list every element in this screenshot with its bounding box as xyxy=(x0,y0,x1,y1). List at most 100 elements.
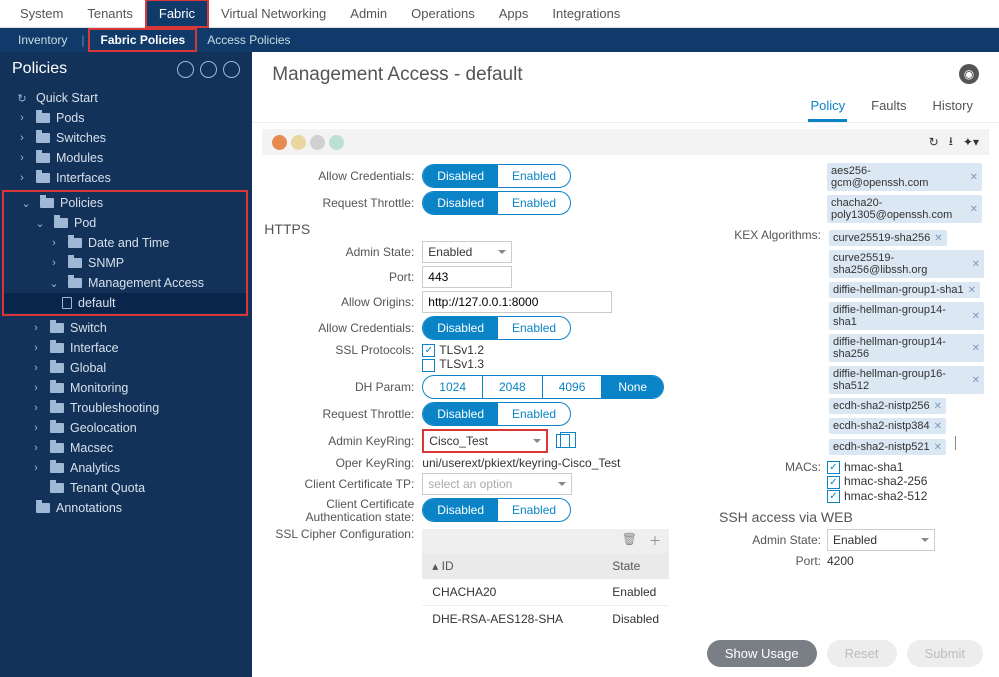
tree-quick-start[interactable]: ↻ Quick Start xyxy=(0,88,252,108)
kex-chip[interactable]: diffie-hellman-group14-sha1✕ xyxy=(829,302,984,330)
tree-analytics[interactable]: ›Analytics xyxy=(0,458,252,478)
client-cert-tp-select[interactable]: select an option xyxy=(422,473,572,495)
health-critical-icon[interactable] xyxy=(272,135,287,150)
nav-admin[interactable]: Admin xyxy=(338,1,399,26)
chevron-right-icon: › xyxy=(28,462,44,474)
folder-icon xyxy=(50,443,64,453)
refresh-icon[interactable]: ↻ xyxy=(929,135,939,149)
kex-chip[interactable]: diffie-hellman-group14-sha256✕ xyxy=(829,334,984,362)
remove-chip-icon[interactable]: ✕ xyxy=(934,421,942,432)
nav-integrations[interactable]: Integrations xyxy=(540,1,632,26)
tree-policies[interactable]: ⌄Policies xyxy=(4,193,246,213)
remove-chip-icon[interactable]: ✕ xyxy=(972,259,980,270)
tree-management-access[interactable]: ⌄Management Access xyxy=(4,273,246,293)
submit-button[interactable]: Submit xyxy=(907,640,983,667)
nav-virtual-networking[interactable]: Virtual Networking xyxy=(209,1,338,26)
kex-chip[interactable]: curve25519-sha256✕ xyxy=(829,230,947,246)
kex-chip[interactable]: curve25519-sha256@libssh.org✕ xyxy=(829,250,984,278)
kex-chip[interactable]: diffie-hellman-group16-sha512✕ xyxy=(829,366,984,394)
tree-snmp[interactable]: ›SNMP xyxy=(4,253,246,273)
tree-tenant-quota[interactable]: Tenant Quota xyxy=(0,478,252,498)
delete-icon[interactable]: 🗑 xyxy=(622,532,637,549)
remove-chip-icon[interactable]: ✕ xyxy=(934,233,942,244)
hmac-sha1-checkbox[interactable] xyxy=(827,461,840,474)
health-major-icon[interactable] xyxy=(291,135,306,150)
tab-policy[interactable]: Policy xyxy=(808,92,847,122)
tab-faults[interactable]: Faults xyxy=(869,92,908,122)
remove-chip-icon[interactable]: ✕ xyxy=(968,285,976,296)
tree-pods[interactable]: ›Pods xyxy=(0,108,252,128)
tree-switches[interactable]: ›Switches xyxy=(0,128,252,148)
show-usage-button[interactable]: Show Usage xyxy=(707,640,817,667)
remove-chip-icon[interactable]: ✕ xyxy=(934,442,942,453)
port-input[interactable] xyxy=(422,266,512,288)
add-icon[interactable]: ＋ xyxy=(649,532,661,549)
tree-global[interactable]: ›Global xyxy=(0,358,252,378)
nav-apps[interactable]: Apps xyxy=(487,1,541,26)
sidebar-tool-2-icon[interactable] xyxy=(200,61,217,78)
folder-icon xyxy=(50,383,64,393)
tree-troubleshooting[interactable]: ›Troubleshooting xyxy=(0,398,252,418)
tree-switch[interactable]: ›Switch xyxy=(0,318,252,338)
tree-pod[interactable]: ⌄Pod xyxy=(4,213,246,233)
kex-chip[interactable]: diffie-hellman-group1-sha1✕ xyxy=(829,282,980,298)
ssh-admin-state-select[interactable]: Enabled xyxy=(827,529,935,551)
tlsv13-checkbox[interactable] xyxy=(422,359,435,372)
cipher-chip[interactable]: aes256-gcm@openssh.com✕ xyxy=(827,163,982,191)
subnav-inventory[interactable]: Inventory xyxy=(8,30,77,50)
allow-credentials2-toggle[interactable]: DisabledEnabled xyxy=(422,316,571,340)
download-icon[interactable]: ⭳ xyxy=(949,132,953,153)
table-row[interactable]: CHACHA20Enabled xyxy=(422,579,669,606)
kex-chip[interactable]: ecdh-sha2-nistp384✕ xyxy=(829,418,946,434)
remove-chip-icon[interactable]: ✕ xyxy=(972,343,980,354)
kex-chip[interactable]: ecdh-sha2-nistp256✕ xyxy=(829,398,946,414)
sidebar-tool-1-icon[interactable] xyxy=(177,61,194,78)
remove-chip-icon[interactable]: ✕ xyxy=(972,375,980,386)
tlsv12-checkbox[interactable] xyxy=(422,344,435,357)
remove-chip-icon[interactable]: ✕ xyxy=(934,401,942,412)
subnav-access-policies[interactable]: Access Policies xyxy=(197,30,300,50)
sidebar-tool-3-icon[interactable] xyxy=(223,61,240,78)
tree-default[interactable]: default xyxy=(4,293,246,313)
remove-chip-icon[interactable]: ✕ xyxy=(970,172,978,183)
nav-tenants[interactable]: Tenants xyxy=(75,1,145,26)
nav-operations[interactable]: Operations xyxy=(399,1,487,26)
cipher-chip[interactable]: chacha20-poly1305@openssh.com✕ xyxy=(827,195,982,223)
client-cert-tp-label: Client Certificate TP: xyxy=(262,477,422,491)
allow-origins-input[interactable] xyxy=(422,291,612,313)
client-cert-auth-label: Client Certificate Authentication state: xyxy=(262,498,422,524)
health-minor-icon[interactable] xyxy=(310,135,325,150)
open-link-icon[interactable] xyxy=(556,434,570,448)
hmac-sha2-512-checkbox[interactable] xyxy=(827,490,840,503)
tools-icon[interactable]: ✦▾ xyxy=(963,135,979,149)
reset-button[interactable]: Reset xyxy=(827,640,897,667)
table-row[interactable]: DHE-RSA-AES128-SHADisabled xyxy=(422,606,669,630)
nav-system[interactable]: System xyxy=(8,1,75,26)
request-throttle2-toggle[interactable]: DisabledEnabled xyxy=(422,402,571,426)
tree-interfaces[interactable]: ›Interfaces xyxy=(0,168,252,188)
client-cert-auth-toggle[interactable]: DisabledEnabled xyxy=(422,498,571,522)
tree-monitoring[interactable]: ›Monitoring xyxy=(0,378,252,398)
health-warning-icon[interactable] xyxy=(329,135,344,150)
dh-param-segment[interactable]: 102420484096None xyxy=(422,375,664,399)
macs-label: MACs: xyxy=(679,460,827,474)
bookmark-icon[interactable]: ◉ xyxy=(959,64,979,84)
subnav-fabric-policies[interactable]: Fabric Policies xyxy=(88,28,197,52)
folder-icon xyxy=(50,343,64,353)
tree-geolocation[interactable]: ›Geolocation xyxy=(0,418,252,438)
remove-chip-icon[interactable]: ✕ xyxy=(972,311,980,322)
tab-history[interactable]: History xyxy=(931,92,975,122)
tree-annotations[interactable]: Annotations xyxy=(0,498,252,518)
allow-credentials-toggle[interactable]: DisabledEnabled xyxy=(422,164,571,188)
kex-chip[interactable]: ecdh-sha2-nistp521✕ xyxy=(829,439,946,455)
admin-keyring-select[interactable]: Cisco_Test xyxy=(424,431,546,451)
tree-modules[interactable]: ›Modules xyxy=(0,148,252,168)
remove-chip-icon[interactable]: ✕ xyxy=(970,204,978,215)
tree-date-and-time[interactable]: ›Date and Time xyxy=(4,233,246,253)
nav-fabric[interactable]: Fabric xyxy=(145,0,209,28)
admin-state-select[interactable]: Enabled xyxy=(422,241,512,263)
hmac-sha2-256-checkbox[interactable] xyxy=(827,476,840,489)
tree-interface[interactable]: ›Interface xyxy=(0,338,252,358)
tree-macsec[interactable]: ›Macsec xyxy=(0,438,252,458)
request-throttle-toggle[interactable]: DisabledEnabled xyxy=(422,191,571,215)
